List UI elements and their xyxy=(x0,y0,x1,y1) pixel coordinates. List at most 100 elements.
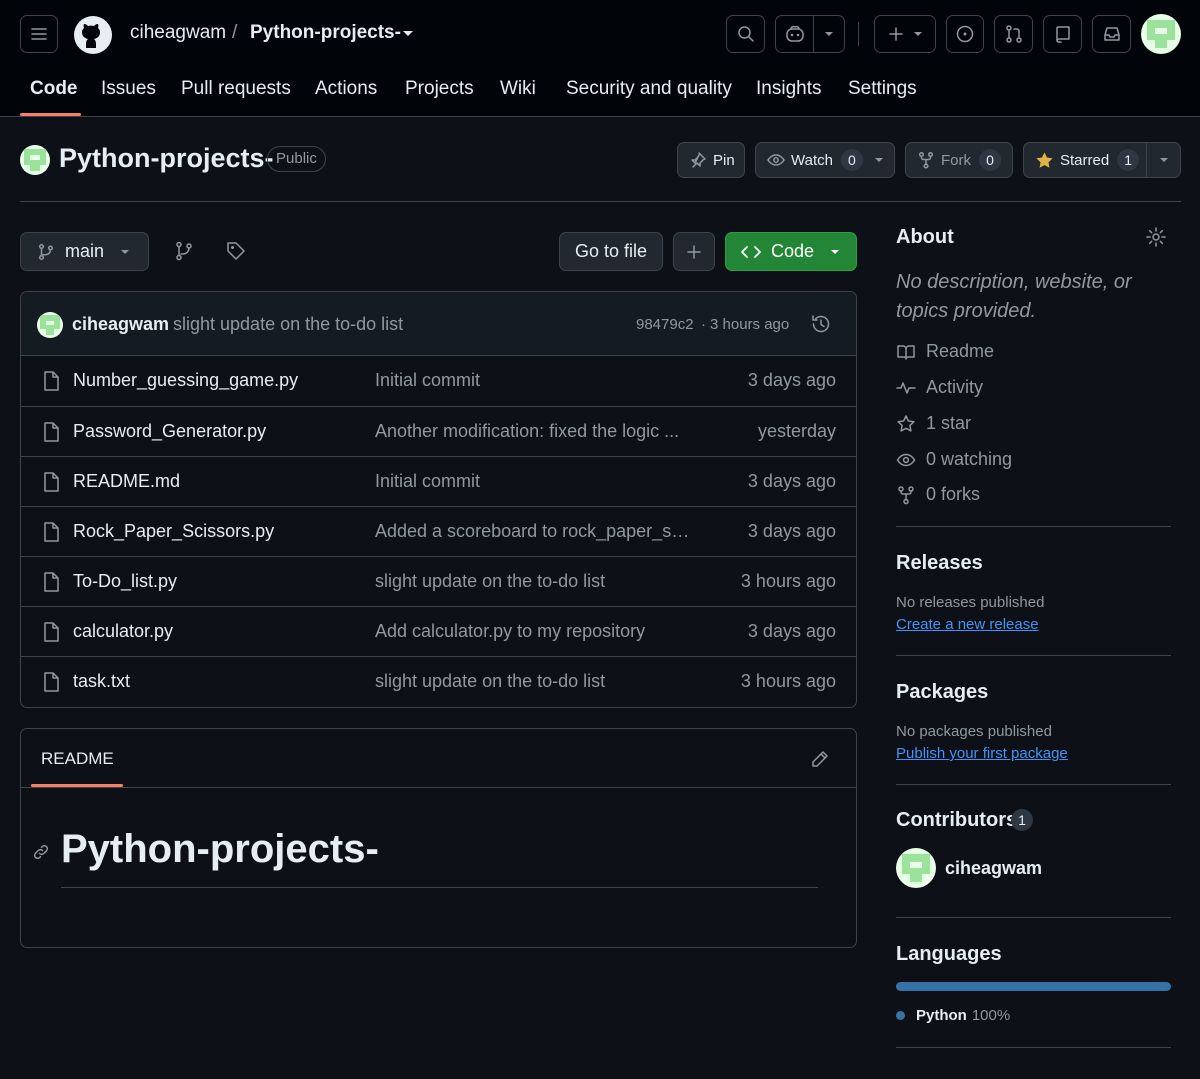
table-row[interactable]: Rock_Paper_Scissors.py Added a scoreboar… xyxy=(21,506,856,556)
about-watching-label: 0 watching xyxy=(926,449,1013,469)
breadcrumb-owner[interactable]: ciheagwam xyxy=(130,22,226,44)
file-commit-message[interactable]: Initial commit xyxy=(375,370,695,391)
releases-title[interactable]: Releases xyxy=(896,552,983,575)
create-new-button[interactable] xyxy=(874,15,936,53)
publish-package-link[interactable]: Publish your first package xyxy=(896,745,1068,762)
file-icon xyxy=(44,622,59,642)
table-row[interactable]: Password_Generator.py Another modificati… xyxy=(21,406,856,456)
file-name[interactable]: README.md xyxy=(73,471,180,492)
tab-wiki[interactable]: Wiki xyxy=(500,78,536,100)
readme-tab[interactable]: README xyxy=(41,749,114,769)
inbox-icon xyxy=(1103,27,1120,41)
file-name[interactable]: calculator.py xyxy=(73,621,173,642)
about-activity-link[interactable]: Activity xyxy=(896,377,983,398)
chevron-down-icon[interactable] xyxy=(1146,143,1180,177)
file-date: 3 days ago xyxy=(747,621,836,641)
tab-insights[interactable]: Insights xyxy=(756,78,821,100)
contributor-name[interactable]: ciheagwam xyxy=(945,858,1042,879)
search-button[interactable] xyxy=(726,15,765,53)
sidebar-divider xyxy=(896,655,1171,656)
file-name[interactable]: Password_Generator.py xyxy=(73,421,266,442)
code-button[interactable]: Code xyxy=(725,232,857,271)
table-row[interactable]: task.txt slight update on the to-do list… xyxy=(21,656,856,706)
repo-forked-icon xyxy=(898,485,914,504)
file-commit-message[interactable]: Another modification: fixed the logic ..… xyxy=(375,421,695,442)
star-icon xyxy=(897,414,915,432)
language-item-python[interactable]: Python 100% xyxy=(896,1007,1010,1024)
chevron-down-icon[interactable] xyxy=(864,143,894,177)
about-forks-link[interactable]: 0 forks xyxy=(896,484,980,505)
commit-author[interactable]: ciheagwam xyxy=(72,314,169,335)
link-icon[interactable] xyxy=(31,842,51,862)
contributor-avatar[interactable] xyxy=(896,848,936,888)
repo-title[interactable]: Python-projects- xyxy=(59,143,274,174)
table-row[interactable]: README.md Initial commit 3 days ago xyxy=(21,456,856,506)
branches-icon[interactable] xyxy=(173,240,195,262)
about-description: No description, website, or topics provi… xyxy=(896,271,1132,322)
go-to-file-button[interactable]: Go to file xyxy=(559,232,663,271)
owner-avatar[interactable] xyxy=(20,145,50,175)
tab-code[interactable]: Code xyxy=(30,78,78,100)
create-release-link[interactable]: Create a new release xyxy=(896,616,1039,633)
pin-button[interactable]: Pin xyxy=(677,142,745,178)
commit-time: 3 hours ago xyxy=(710,316,790,333)
issues-button[interactable] xyxy=(946,15,984,53)
file-commit-message[interactable]: slight update on the to-do list xyxy=(375,571,695,592)
fork-button[interactable]: Fork 0 xyxy=(905,142,1013,178)
sidebar-divider xyxy=(896,526,1171,527)
github-logo-icon[interactable] xyxy=(73,15,113,55)
commit-message[interactable]: slight update on the to-do list xyxy=(173,314,403,335)
commit-author-avatar[interactable] xyxy=(37,312,63,338)
pull-requests-button[interactable] xyxy=(994,15,1033,53)
file-date: 3 hours ago xyxy=(740,571,836,591)
language-name: Python xyxy=(916,1007,967,1024)
breadcrumb-repo[interactable]: Python-projects- xyxy=(250,22,401,44)
file-date: 3 hours ago xyxy=(740,671,836,691)
releases-empty-text: No releases published xyxy=(896,594,1045,611)
history-icon[interactable] xyxy=(810,313,832,335)
tab-settings[interactable]: Settings xyxy=(848,78,917,100)
file-commit-message[interactable]: slight update on the to-do list xyxy=(375,671,695,692)
tab-projects[interactable]: Projects xyxy=(405,78,474,100)
about-forks-label: 0 forks xyxy=(926,484,981,504)
tab-actions[interactable]: Actions xyxy=(315,78,377,100)
add-file-button[interactable] xyxy=(673,232,715,271)
inbox-button[interactable] xyxy=(1092,15,1131,53)
tab-issues[interactable]: Issues xyxy=(101,78,156,100)
about-readme-label: Readme xyxy=(926,341,995,361)
watch-button[interactable]: Watch 0 xyxy=(755,142,895,178)
avatar[interactable] xyxy=(1141,14,1181,54)
table-row[interactable]: To-Do_list.py slight update on the to-do… xyxy=(21,556,856,606)
file-name[interactable]: Number_guessing_game.py xyxy=(73,370,298,391)
gear-icon[interactable] xyxy=(1145,226,1167,248)
branch-selector[interactable]: main xyxy=(20,232,149,271)
sidebar-divider xyxy=(896,917,1171,918)
chevron-down-icon[interactable] xyxy=(402,30,414,38)
about-readme-link[interactable]: Readme xyxy=(896,341,994,362)
about-stars-link[interactable]: 1 star xyxy=(896,413,971,434)
tab-pull-requests[interactable]: Pull requests xyxy=(181,78,291,100)
menu-button[interactable] xyxy=(20,15,58,53)
file-commit-message[interactable]: Add calculator.py to my repository xyxy=(375,621,695,642)
contributors-title[interactable]: Contributors xyxy=(896,809,1017,832)
tag-icon[interactable] xyxy=(225,240,247,262)
file-commit-message[interactable]: Initial commit xyxy=(375,471,695,492)
tab-security-and-quality[interactable]: Security and quality xyxy=(566,78,732,100)
starred-button[interactable]: Starred 1 xyxy=(1023,142,1181,178)
readme-panel: README Python-projects- xyxy=(20,728,857,948)
packages-title[interactable]: Packages xyxy=(896,681,988,704)
commit-hash[interactable]: 98479c2 xyxy=(636,316,694,333)
table-row[interactable]: Number_guessing_game.py Initial commit 3… xyxy=(21,356,856,406)
star-fill-icon xyxy=(1036,151,1053,168)
readme-heading: Python-projects- xyxy=(61,827,379,871)
eye-icon xyxy=(896,453,916,466)
table-row[interactable]: calculator.py Add calculator.py to my re… xyxy=(21,606,856,656)
file-name[interactable]: task.txt xyxy=(73,671,130,692)
file-name[interactable]: Rock_Paper_Scissors.py xyxy=(73,521,274,542)
repositories-button[interactable] xyxy=(1043,15,1082,53)
edit-pencil-icon[interactable] xyxy=(810,749,830,769)
about-watching-link[interactable]: 0 watching xyxy=(896,449,1012,470)
file-name[interactable]: To-Do_list.py xyxy=(73,571,177,592)
copilot-button[interactable] xyxy=(775,15,845,53)
file-commit-message[interactable]: Added a scoreboard to rock_paper_sc... xyxy=(375,521,695,542)
